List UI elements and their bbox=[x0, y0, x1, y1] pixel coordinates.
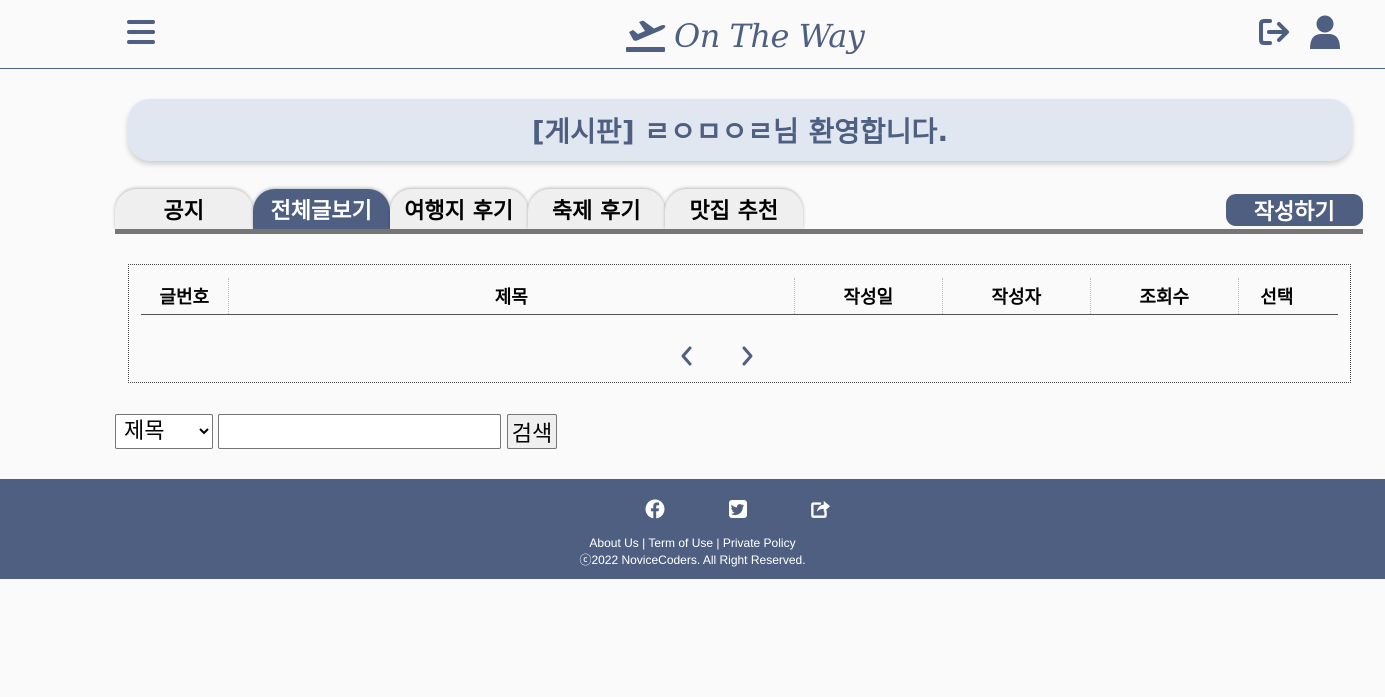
search-input[interactable] bbox=[218, 414, 501, 449]
column-header-views: 조회수 bbox=[1091, 278, 1239, 314]
airplane-departure-icon bbox=[626, 20, 666, 52]
table-header: 글번호 제목 작성일 작성자 조회수 선택 bbox=[141, 278, 1338, 315]
pagination bbox=[677, 345, 757, 367]
tab-notice[interactable]: 공지 bbox=[115, 189, 253, 229]
search-field-select[interactable]: 제목 bbox=[115, 414, 213, 449]
footer-link-private-policy[interactable]: Private Policy bbox=[723, 536, 796, 550]
column-header-author: 작성자 bbox=[943, 278, 1091, 314]
hamburger-menu-icon[interactable] bbox=[127, 19, 155, 45]
write-post-button[interactable]: 작성하기 bbox=[1226, 194, 1363, 226]
welcome-message: [게시판] ㄹㅇㅁㅇㄹ님 환영합니다. bbox=[531, 115, 949, 148]
brand-name: On The Way bbox=[674, 17, 865, 55]
post-list-table: 글번호 제목 작성일 작성자 조회수 선택 bbox=[128, 264, 1351, 383]
chevron-right-icon[interactable] bbox=[737, 345, 757, 367]
search-button[interactable]: 검색 bbox=[507, 414, 557, 449]
brand-logo[interactable]: On The Way bbox=[626, 16, 865, 56]
column-header-title: 제목 bbox=[229, 278, 795, 314]
tab-travel-reviews[interactable]: 여행지 후기 bbox=[390, 189, 528, 229]
footer-link-terms-of-use[interactable]: Term of Use bbox=[648, 536, 713, 550]
footer-link-about-us[interactable]: About Us bbox=[589, 536, 638, 550]
facebook-icon[interactable] bbox=[645, 499, 665, 519]
share-icon[interactable] bbox=[811, 499, 831, 519]
logout-icon[interactable] bbox=[1258, 17, 1292, 47]
tab-festival-reviews[interactable]: 축제 후기 bbox=[528, 189, 665, 229]
footer-separator: | bbox=[642, 536, 646, 550]
column-header-post-number: 글번호 bbox=[141, 278, 229, 314]
footer-text: About Us | Term of Use | Private Policy … bbox=[0, 535, 1385, 569]
tabs-divider bbox=[115, 229, 1363, 234]
footer-links-row: About Us | Term of Use | Private Policy bbox=[0, 535, 1385, 552]
tab-restaurant-recommendations[interactable]: 맛집 추천 bbox=[665, 189, 803, 229]
twitter-icon[interactable] bbox=[728, 499, 748, 519]
welcome-banner: [게시판] ㄹㅇㅁㅇㄹ님 환영합니다. bbox=[128, 99, 1352, 161]
chevron-left-icon[interactable] bbox=[677, 345, 697, 367]
site-header: On The Way bbox=[0, 0, 1385, 69]
column-header-select: 선택 bbox=[1260, 287, 1294, 308]
column-header-date: 작성일 bbox=[795, 278, 943, 314]
site-footer: About Us | Term of Use | Private Policy … bbox=[0, 479, 1385, 579]
user-icon[interactable] bbox=[1309, 15, 1341, 49]
footer-separator: | bbox=[716, 536, 720, 550]
tab-all-posts[interactable]: 전체글보기 bbox=[253, 189, 390, 229]
copyright-text: ⓒ2022 NoviceCoders. All Right Reserved. bbox=[579, 553, 806, 567]
